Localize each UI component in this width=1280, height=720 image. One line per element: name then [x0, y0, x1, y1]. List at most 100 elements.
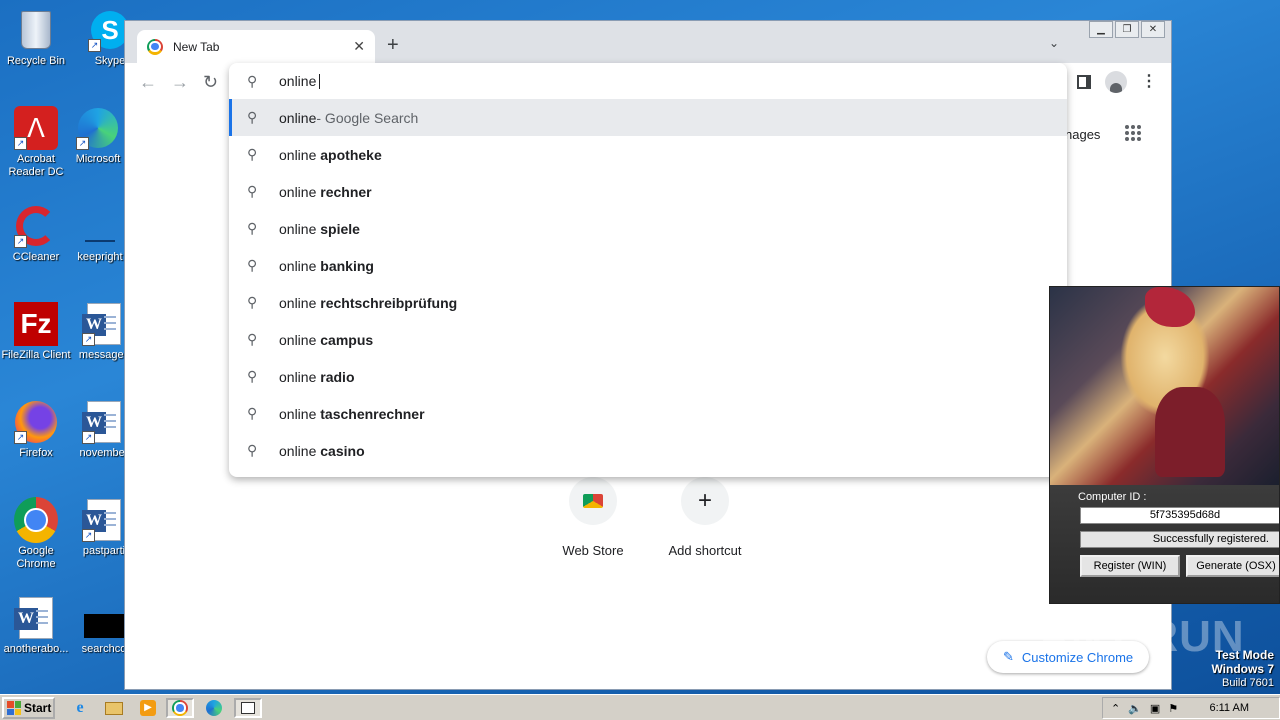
tab-search-button[interactable]: ⌄ [1049, 36, 1059, 50]
text-caret [319, 73, 321, 89]
edge-taskbar-icon[interactable] [200, 698, 228, 718]
suggestion-prefix: online [279, 405, 321, 422]
suggestion-item[interactable]: ⚲ online apotheke [229, 136, 1067, 173]
shortcut-arrow-icon: ↗ [82, 529, 95, 542]
shortcut-label: Web Store [562, 543, 624, 558]
suggestion-item[interactable]: ⚲ online rechtschreibprüfung [229, 284, 1067, 321]
maximize-button[interactable]: ❐ [1115, 21, 1139, 38]
suggestion-item[interactable]: ⚲ online campus [229, 321, 1067, 358]
registration-status: Successfully registered. [1080, 531, 1279, 548]
search-icon: ⚲ [247, 442, 258, 458]
search-icon: ⚲ [247, 72, 258, 89]
suggestion-rest: taschenrechner [320, 405, 425, 422]
search-icon: ⚲ [247, 331, 258, 347]
window-controls: ▁ ❐ ✕ [1083, 21, 1171, 38]
chrome-icon [14, 497, 58, 543]
search-icon: ⚲ [247, 368, 258, 384]
chrome-taskbar-icon[interactable] [166, 698, 194, 718]
keygen-taskbar-icon[interactable] [234, 698, 262, 718]
desktop-icon-recycle-bin[interactable]: Recycle Bin [0, 8, 72, 68]
profile-icon[interactable] [1105, 71, 1127, 93]
minimize-button[interactable]: ▁ [1089, 21, 1113, 38]
keygen-popup-window: Computer ID : 5f735395d68d Successfully … [1049, 286, 1280, 604]
apps-grid-icon[interactable] [1125, 125, 1141, 141]
suggestion-prefix: online [279, 331, 321, 348]
clock[interactable]: 6:11 AM [1209, 702, 1271, 714]
close-icon[interactable]: ✕ [353, 38, 365, 55]
suggestion-prefix: online [279, 146, 321, 163]
close-window-button[interactable]: ✕ [1141, 21, 1165, 38]
media-player-taskbar-icon[interactable]: ▶ [134, 698, 162, 718]
computer-id-label: Computer ID : [1078, 491, 1147, 503]
suggestion-prefix: online [279, 220, 321, 237]
volume-icon[interactable]: 🔈 [1128, 702, 1142, 715]
suggestion-rest: - Google Search [316, 109, 419, 126]
tab-strip: New Tab ✕ + ⌄ ▁ ❐ ✕ [125, 21, 1171, 63]
images-link[interactable]: nages [1065, 127, 1100, 142]
menu-kebab-icon[interactable]: ⋮ [1141, 74, 1157, 90]
suggestion-item[interactable]: ⚲ online radio [229, 358, 1067, 395]
chevron-up-icon[interactable]: ⌃ [1111, 702, 1120, 715]
suggestion-prefix: online [279, 442, 321, 459]
anime-artwork-image [1050, 287, 1279, 485]
desktop-icon-label: CCleaner [12, 251, 60, 263]
shortcut-arrow-icon: ↗ [14, 431, 27, 444]
desktop-icon-ccleaner[interactable]: ↗ CCleaner [0, 204, 72, 264]
suggestion-item[interactable]: ⚲ online rechner [229, 173, 1067, 210]
suggestion-item[interactable]: ⚲ online - Google Search [229, 99, 1067, 136]
desktop-icon-google-chrome[interactable]: Google Chrome [0, 497, 72, 571]
windows-flag-icon [7, 701, 21, 715]
word-document-icon: W ↗ [82, 498, 126, 542]
desktop-icon-filezilla[interactable]: Fz FileZilla Client [0, 302, 72, 362]
ie-taskbar-icon[interactable]: e [66, 698, 94, 718]
shortcut-arrow-icon: ↗ [76, 137, 89, 150]
suggestion-item[interactable]: ⚲ online banking [229, 247, 1067, 284]
desktop-icon-label: Google Chrome [16, 545, 56, 570]
suggestion-prefix: online [279, 183, 321, 200]
generate-osx-button[interactable]: Generate (OSX) [1186, 555, 1279, 577]
blank-file-icon [78, 204, 122, 248]
suggestion-rest: banking [320, 257, 374, 274]
web-store-icon [569, 477, 617, 525]
edge-icon: ↗ [76, 106, 120, 150]
suggestion-rest: casino [320, 442, 365, 459]
register-win-button[interactable]: Register (WIN) [1080, 555, 1180, 577]
taskbar: Start e ▶ ⌃ 🔈 ▣ ⚑ 6:11 AM [0, 694, 1280, 720]
search-icon: ⚲ [247, 257, 258, 273]
shortcut-add[interactable]: + Add shortcut [655, 477, 755, 558]
search-icon: ⚲ [247, 146, 258, 162]
desktop-icon-anotherabo[interactable]: W anotherabo... [0, 596, 72, 656]
suggestion-prefix: online [279, 368, 321, 385]
network-icon[interactable]: ▣ [1150, 702, 1160, 715]
suggestion-item[interactable]: ⚲ online casino [229, 432, 1067, 469]
shortcut-arrow-icon: ↗ [88, 39, 101, 52]
search-icon: ⚲ [247, 183, 258, 199]
new-tab-button[interactable]: + [387, 34, 399, 57]
filezilla-icon: Fz [14, 302, 58, 346]
desktop-icon-label: anotherabo... [3, 643, 69, 655]
suggestion-item[interactable]: ⚲ online spiele [229, 210, 1067, 247]
start-button[interactable]: Start [2, 697, 55, 719]
suggestion-item[interactable]: ⚲ online taschenrechner [229, 395, 1067, 432]
word-document-icon: W ↗ [82, 400, 126, 444]
suggestion-rest: radio [320, 368, 355, 385]
omnibox-input[interactable]: ⚲ online [229, 63, 1067, 99]
tab-new-tab[interactable]: New Tab ✕ [137, 30, 375, 63]
side-panel-icon[interactable] [1077, 75, 1091, 89]
word-document-icon: W ↗ [82, 302, 126, 346]
keygen-panel: Computer ID : 5f735395d68d Successfully … [1050, 485, 1279, 603]
forward-button[interactable]: → [171, 72, 203, 93]
black-file-icon [82, 596, 126, 640]
shortcut-label: Add shortcut [668, 543, 742, 558]
desktop-icon-firefox[interactable]: ↗ Firefox [0, 400, 72, 460]
shortcut-web-store[interactable]: Web Store [543, 477, 643, 558]
start-label: Start [24, 701, 52, 715]
suggestion-prefix: online [279, 109, 317, 126]
chrome-icon [147, 38, 163, 55]
acrobat-icon: ᐱ ↗ [14, 106, 58, 150]
os-label: Windows 7 [1211, 662, 1274, 676]
computer-id-field[interactable]: 5f735395d68d [1080, 507, 1279, 524]
explorer-taskbar-icon[interactable] [100, 698, 128, 718]
back-button[interactable]: ← [139, 72, 171, 93]
flag-icon[interactable]: ⚑ [1168, 702, 1178, 715]
